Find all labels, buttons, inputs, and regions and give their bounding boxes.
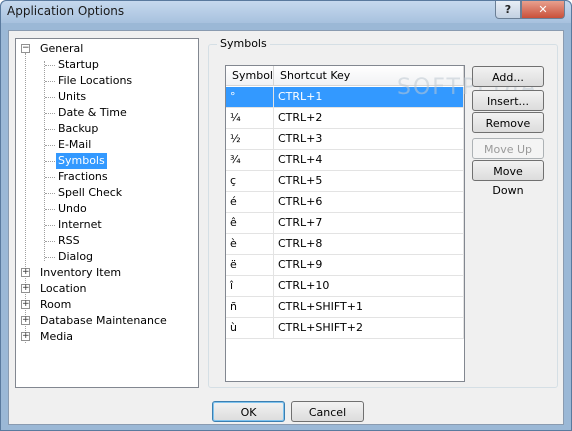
tree-node-label: Undo [58,202,87,215]
close-button[interactable]: ✕ [521,1,565,19]
tree-node-e-mail[interactable]: E-Mail [16,137,198,153]
table-row[interactable]: é CTRL+6 [226,192,464,213]
shortcut-key-cell[interactable]: CTRL+7 [274,213,464,233]
symbol-cell[interactable]: ç [226,171,274,191]
shortcut-key-cell[interactable]: CTRL+3 [274,129,464,149]
table-row[interactable]: î CTRL+10 [226,276,464,297]
tree-node-label: Media [40,330,74,343]
tree-node-label: Location [40,282,87,295]
tree-node-room[interactable]: + Room [16,297,198,313]
symbol-cell[interactable]: ë [226,255,274,275]
help-icon: ? [504,3,512,16]
insert-button[interactable]: Insert... [472,90,544,111]
symbol-cell[interactable]: ° [226,87,274,107]
tree-node-startup[interactable]: Startup [16,57,198,73]
tree-node-spell-check[interactable]: Spell Check [16,185,198,201]
table-row[interactable]: ½ CTRL+3 [226,129,464,150]
symbol-cell[interactable]: ê [226,213,274,233]
tree-node-label: Internet [58,218,102,231]
shortcut-key-cell[interactable]: CTRL+6 [274,192,464,212]
tree-node-location[interactable]: + Location [16,281,198,297]
symbol-cell[interactable]: î [226,276,274,296]
shortcut-key-cell[interactable]: CTRL+10 [274,276,464,296]
tree-node-label: Units [58,90,87,103]
tree-node-database-maintenance[interactable]: + Database Maintenance [16,313,198,329]
symbol-cell[interactable]: ñ [226,297,274,317]
tree-node-label: File Locations [58,74,133,87]
table-row[interactable]: ê CTRL+7 [226,213,464,234]
tree-node-file-locations[interactable]: File Locations [16,73,198,89]
tree-node-undo[interactable]: Undo [16,201,198,217]
close-icon: ✕ [538,3,548,16]
expand-icon[interactable]: + [21,332,30,341]
tree-node-label: Date & Time [58,106,127,119]
window-title: Application Options [7,4,125,18]
tree-node-symbols[interactable]: Symbols [16,153,198,169]
shortcut-key-cell[interactable]: CTRL+5 [274,171,464,191]
title-bar[interactable]: Application Options ? ✕ [1,1,571,23]
options-tree[interactable]: − General Startup File Locations Units Date… [15,38,199,388]
tree-node-general[interactable]: − General [16,41,198,57]
symbol-cell[interactable]: ù [226,318,274,338]
collapse-icon[interactable]: − [21,44,30,53]
tree-node-date-time[interactable]: Date & Time [16,105,198,121]
move-up-button[interactable]: Move Up [472,138,544,159]
shortcut-key-cell[interactable]: CTRL+SHIFT+1 [274,297,464,317]
tree-node-media[interactable]: + Media [16,329,198,345]
tree-node-backup[interactable]: Backup [16,121,198,137]
tree-node-rss[interactable]: RSS [16,233,198,249]
tree-node-label: Dialog [58,250,94,263]
table-row[interactable]: è CTRL+8 [226,234,464,255]
table-row[interactable]: ñ CTRL+SHIFT+1 [226,297,464,318]
table-row[interactable]: ç CTRL+5 [226,171,464,192]
symbol-cell[interactable]: é [226,192,274,212]
table-row[interactable]: ù CTRL+SHIFT+2 [226,318,464,339]
tree-node-dialog[interactable]: Dialog [16,249,198,265]
tree-node-label: General [40,42,84,55]
symbol-cell[interactable]: ½ [226,129,274,149]
tree-node-label: Inventory Item [40,266,122,279]
tree-node-label: Spell Check [58,186,123,199]
table-row[interactable]: ë CTRL+9 [226,255,464,276]
dialog-client-area: − General Startup File Locations Units Date… [8,30,564,425]
shortcut-key-cell[interactable]: CTRL+4 [274,150,464,170]
add-button[interactable]: Add... [472,66,544,87]
symbols-grid[interactable]: Symbol Shortcut Key ° CTRL+1 ¼ CTRL+2 ½ CTRL+… [225,65,465,382]
shortcut-key-cell[interactable]: CTRL+8 [274,234,464,254]
expand-icon[interactable]: + [21,268,30,277]
remove-button[interactable]: Remove [472,112,544,133]
symbols-group-label: Symbols [217,37,270,50]
tree-node-label: E-Mail [58,138,92,151]
symbol-cell[interactable]: ¼ [226,108,274,128]
shortcut-key-cell[interactable]: CTRL+9 [274,255,464,275]
tree-node-label: RSS [58,234,80,247]
ok-button[interactable]: OK [212,401,285,422]
shortcut-key-cell[interactable]: CTRL+2 [274,108,464,128]
expand-icon[interactable]: + [21,300,30,309]
move-down-button[interactable]: Move Down [472,160,544,197]
table-row[interactable]: ¼ CTRL+2 [226,108,464,129]
application-options-window: Application Options ? ✕ − General Startu… [0,0,572,431]
tree-node-label: Backup [58,122,99,135]
table-row[interactable]: ¾ CTRL+4 [226,150,464,171]
symbol-cell[interactable]: è [226,234,274,254]
cancel-button[interactable]: Cancel [291,401,364,422]
expand-icon[interactable]: + [21,284,30,293]
column-header-symbol[interactable]: Symbol [226,66,274,86]
expand-icon[interactable]: + [21,316,30,325]
tree-node-label: Startup [58,58,99,71]
tree-node-label: Room [40,298,72,311]
tree-node-label: Fractions [58,170,108,183]
symbol-cell[interactable]: ¾ [226,150,274,170]
help-button[interactable]: ? [495,1,521,19]
tree-node-label: Database Maintenance [40,314,167,327]
tree-node-inventory-item[interactable]: + Inventory Item [16,265,198,281]
shortcut-key-cell[interactable]: CTRL+SHIFT+2 [274,318,464,338]
tree-node-internet[interactable]: Internet [16,217,198,233]
tree-node-fractions[interactable]: Fractions [16,169,198,185]
tree-node-label: Symbols [56,153,107,169]
tree-node-units[interactable]: Units [16,89,198,105]
